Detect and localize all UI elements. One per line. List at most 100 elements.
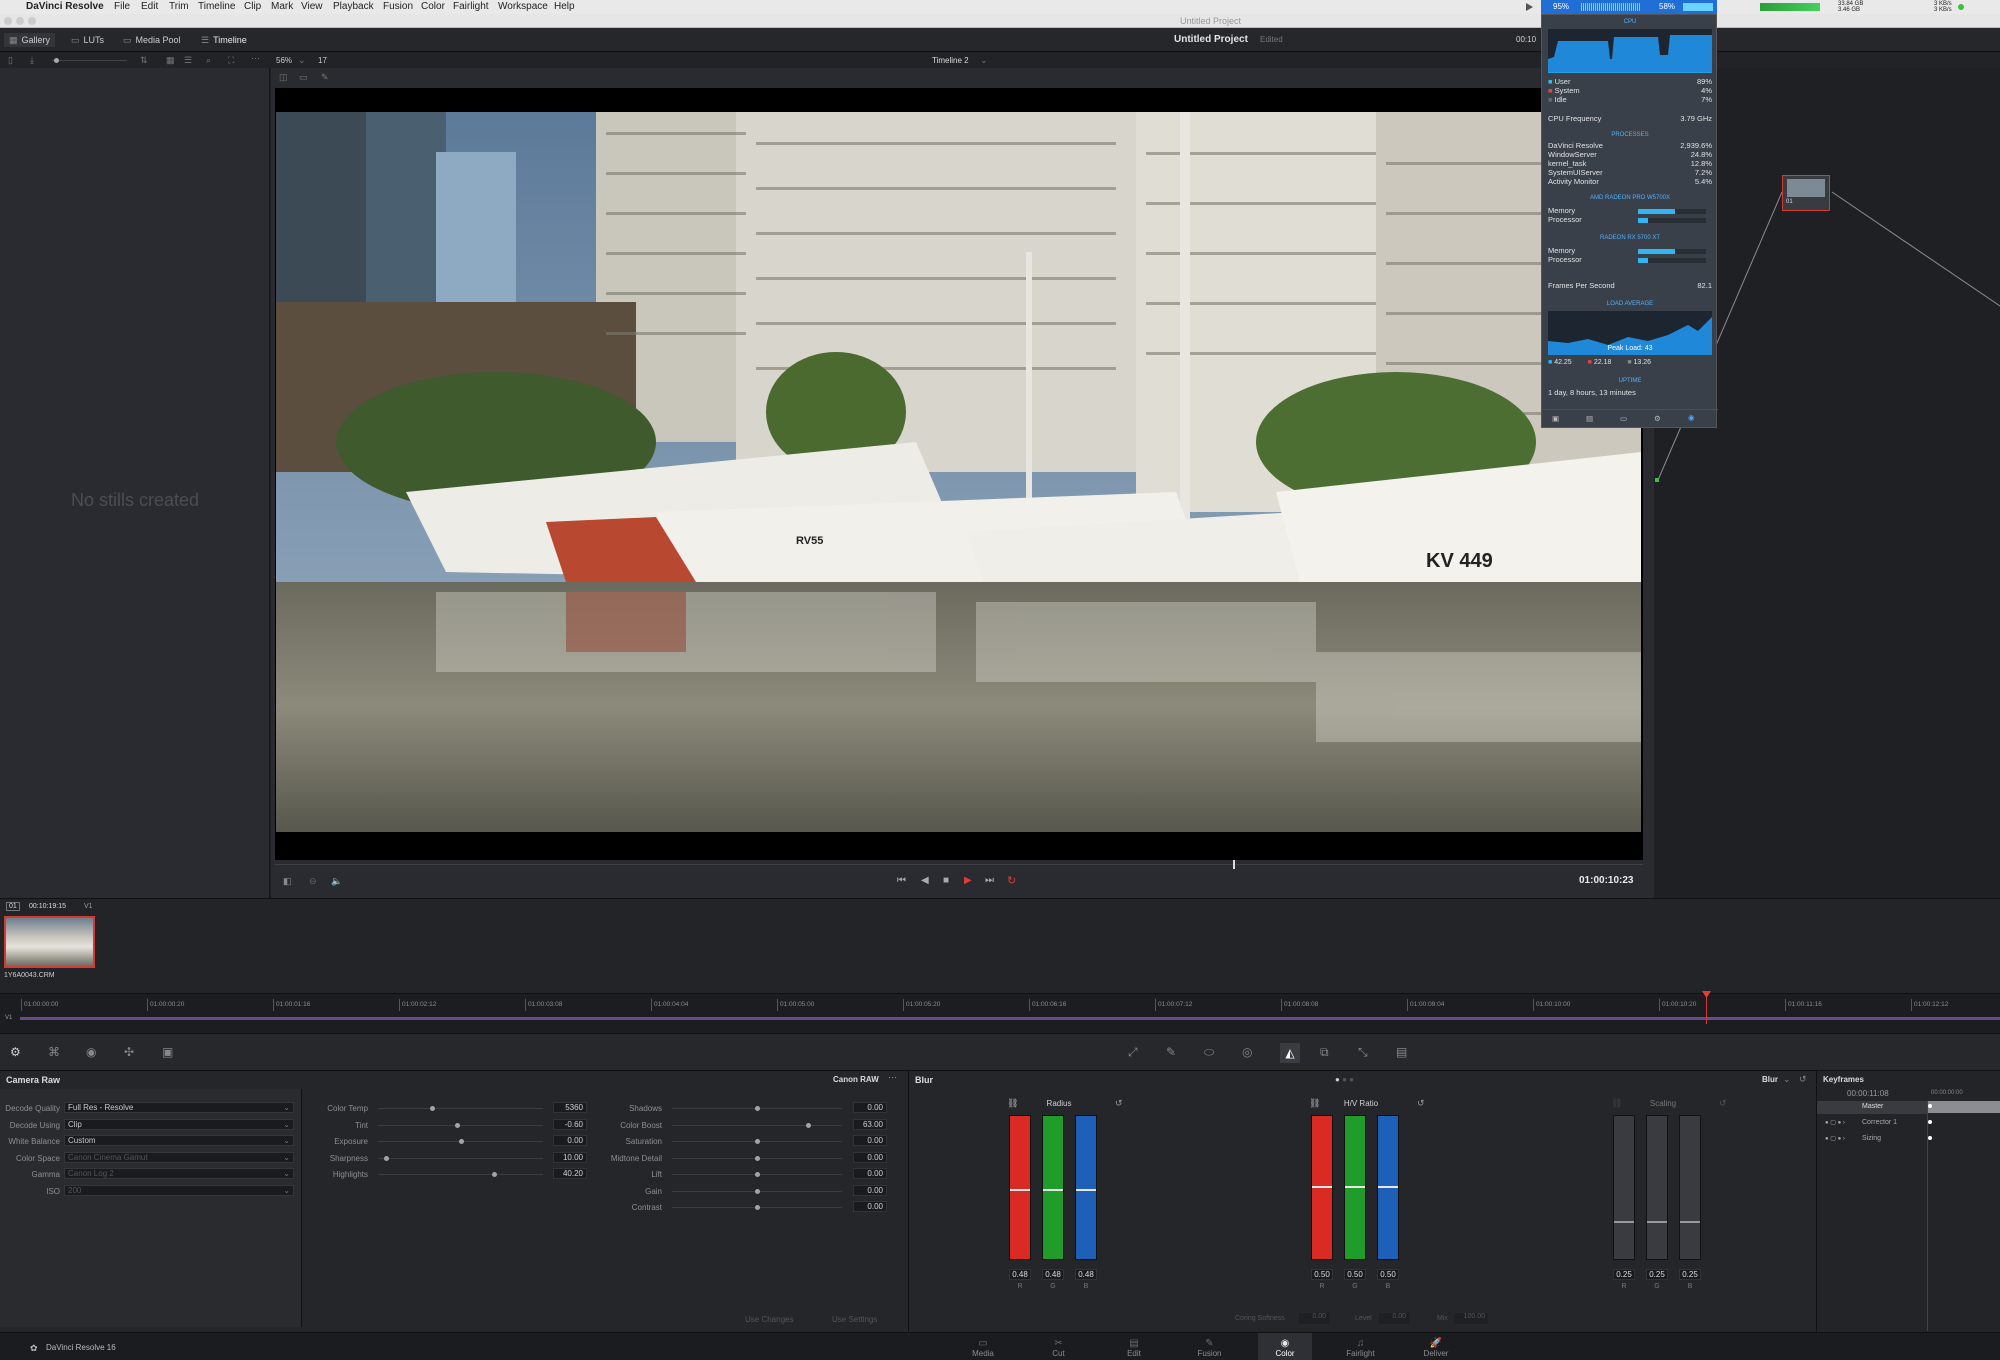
slider-handle[interactable]: [755, 1205, 760, 1210]
volume-icon[interactable]: 🔈: [331, 876, 342, 887]
settings-tab-icon[interactable]: ⚙: [1654, 414, 1661, 423]
luts-toggle[interactable]: ▭ LUTs: [66, 33, 109, 47]
keyframe-marker[interactable]: [1928, 1104, 1932, 1108]
sort-icon[interactable]: ⇅: [140, 55, 148, 66]
menu-color[interactable]: Color: [421, 1, 445, 12]
camera-raw-palette-icon[interactable]: ⚙: [10, 1045, 21, 1059]
motion-effects-palette-icon[interactable]: ▣: [162, 1045, 173, 1059]
use-settings-button[interactable]: Use Settings: [832, 1315, 877, 1324]
page-tab-color[interactable]: ◉ Color: [1258, 1333, 1312, 1360]
curves-palette-icon[interactable]: ⤢: [1128, 1045, 1138, 1060]
page-tab-edit[interactable]: ▤ Edit: [1107, 1338, 1161, 1358]
menu-edit[interactable]: Edit: [141, 1, 158, 12]
page-tab-fusion[interactable]: ✎ Fusion: [1183, 1338, 1237, 1358]
timeline-name[interactable]: Timeline 2: [932, 56, 969, 65]
link-icon[interactable]: ⛓: [1309, 1098, 1320, 1109]
clip-thumbnail[interactable]: [4, 916, 95, 968]
node-input-icon[interactable]: [1655, 478, 1659, 482]
blur-channel-bar[interactable]: [1613, 1115, 1635, 1260]
color-match-palette-icon[interactable]: ⌘: [48, 1045, 60, 1059]
reset-icon[interactable]: ↺: [1719, 1098, 1727, 1109]
blur-bar-handle[interactable]: [1378, 1186, 1398, 1188]
timeline-ruler[interactable]: 01:00:00:00 01:00:00:20 01:00:01:16 01:00:0…: [0, 994, 2000, 1012]
list-view-icon[interactable]: ☰: [184, 55, 192, 66]
menu-app[interactable]: DaVinci Resolve: [26, 1, 104, 12]
reset-icon[interactable]: ↺: [1115, 1098, 1123, 1109]
gallery-zoom-slider[interactable]: [52, 60, 127, 61]
slider-track[interactable]: [378, 1124, 543, 1126]
3d-palette-icon[interactable]: ▤: [1396, 1045, 1407, 1059]
blur-channel-value[interactable]: 0.50: [1344, 1269, 1366, 1280]
blur-channel-bar[interactable]: [1646, 1115, 1668, 1260]
slider-value[interactable]: 0.00: [853, 1135, 887, 1146]
display-tab-icon[interactable]: ▭: [1620, 414, 1627, 423]
qualifier-palette-icon[interactable]: ✎: [1166, 1045, 1176, 1059]
blur-bar-handle[interactable]: [1614, 1221, 1634, 1223]
skip-last-icon[interactable]: ⏭: [985, 875, 994, 886]
window-minimize-icon[interactable]: [16, 17, 24, 25]
slider-track[interactable]: [378, 1157, 543, 1159]
slider-track[interactable]: [378, 1108, 543, 1109]
blur-channel-value[interactable]: 0.48: [1042, 1269, 1064, 1280]
play-status-icon[interactable]: [1524, 2, 1534, 12]
slider-handle[interactable]: [491, 1172, 497, 1177]
loop-icon[interactable]: ↻: [1007, 874, 1016, 887]
blur-channel-bar[interactable]: [1009, 1115, 1031, 1260]
mix-value[interactable]: 100.00: [1454, 1313, 1488, 1324]
slider-value[interactable]: -0.60: [553, 1118, 587, 1130]
slider-handle[interactable]: [755, 1188, 760, 1194]
setting-dropdown[interactable]: Custom ⌄: [64, 1135, 294, 1146]
link-icon[interactable]: ⛓: [1611, 1098, 1622, 1109]
tracker-palette-icon[interactable]: ◎: [1242, 1045, 1252, 1059]
menu-help[interactable]: Help: [554, 1, 575, 12]
setting-dropdown[interactable]: Clip ⌄: [64, 1118, 294, 1130]
blur-bar-handle[interactable]: [1345, 1186, 1365, 1188]
keyframe-row[interactable]: Master: [1817, 1101, 1927, 1114]
blur-channel-bar[interactable]: [1344, 1115, 1366, 1260]
timeline-dropdown-icon[interactable]: ⌄: [980, 55, 988, 66]
highlight-icon[interactable]: ▭: [299, 72, 308, 83]
zoom-dropdown-icon[interactable]: ⌄: [298, 55, 306, 66]
blur-channel-bar[interactable]: [1075, 1115, 1097, 1260]
play-icon[interactable]: ▶: [964, 875, 972, 886]
blur-bar-handle[interactable]: [1010, 1188, 1030, 1191]
slider-value[interactable]: 0.00: [853, 1102, 887, 1113]
window-close-icon[interactable]: [4, 17, 12, 25]
slider-handle[interactable]: [755, 1155, 760, 1161]
blur-mode-dropdown-icon[interactable]: ⌄: [1783, 1074, 1791, 1085]
timeline-toggle[interactable]: ☰ Timeline: [196, 33, 252, 47]
slider-track[interactable]: [378, 1174, 543, 1175]
keyframe-marker[interactable]: [1928, 1120, 1932, 1124]
split-view-icon[interactable]: ▯: [8, 55, 13, 66]
camera-raw-options-icon[interactable]: ⋯: [888, 1072, 897, 1083]
scrubber-track[interactable]: [275, 864, 1643, 865]
fit-icon[interactable]: ⛶: [228, 55, 234, 66]
page-dot-icon[interactable]: ● ● ●: [1335, 1075, 1354, 1084]
more-options-icon[interactable]: ⋯: [251, 53, 260, 64]
blur-channel-value[interactable]: 0.25: [1646, 1269, 1668, 1280]
menu-mark[interactable]: Mark: [271, 1, 293, 12]
grid-view-icon[interactable]: ▦: [166, 55, 175, 66]
page-tab-deliver[interactable]: 🚀 Deliver: [1409, 1338, 1463, 1358]
window-zoom-icon[interactable]: [28, 17, 36, 25]
gallery-toggle[interactable]: ▦ Gallery: [4, 33, 56, 47]
blur-channel-bar[interactable]: [1679, 1115, 1701, 1260]
menu-view[interactable]: View: [301, 1, 323, 12]
slider-value[interactable]: 0.00: [853, 1168, 887, 1179]
mini-timeline[interactable]: 01:00:00:00 01:00:00:20 01:00:01:16 01:00:0…: [0, 991, 2000, 1033]
blur-channel-value[interactable]: 0.48: [1009, 1269, 1031, 1280]
slider-handle[interactable]: [755, 1172, 760, 1177]
level-value[interactable]: 0.00: [1379, 1313, 1409, 1324]
page-tab-media[interactable]: ▭ Media: [956, 1338, 1010, 1358]
blur-channel-value[interactable]: 0.25: [1679, 1269, 1701, 1280]
camera-raw-codec[interactable]: Canon RAW: [833, 1075, 879, 1084]
blur-bar-handle[interactable]: [1076, 1188, 1096, 1191]
blur-channel-value[interactable]: 0.50: [1377, 1269, 1399, 1280]
node-01[interactable]: 01: [1782, 175, 1830, 211]
keyframes-master-track[interactable]: [1927, 1101, 2000, 1113]
blur-channel-bar[interactable]: [1377, 1115, 1399, 1260]
menu-fusion[interactable]: Fusion: [383, 1, 413, 12]
slider-handle[interactable]: [755, 1106, 760, 1111]
stop-icon[interactable]: ■: [943, 875, 949, 886]
page-tab-cut[interactable]: ✂ Cut: [1032, 1338, 1086, 1358]
